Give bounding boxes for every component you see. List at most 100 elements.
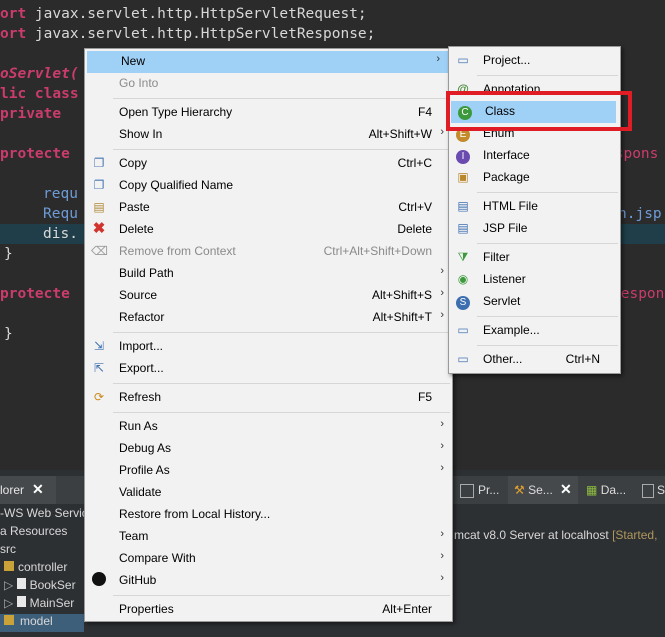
menu-item-servlet[interactable]: S Servlet — [449, 291, 620, 313]
menu-separator — [477, 242, 618, 244]
tab-snippets[interactable]: S — [642, 483, 665, 498]
menu-item-label: Filter — [483, 250, 510, 264]
paste-icon: ▤ — [93, 200, 105, 214]
menu-item-validate[interactable]: Validate — [85, 482, 452, 504]
menu-item-label: Paste — [119, 200, 150, 214]
copy-icon: ❐ — [93, 156, 105, 170]
menu-separator — [477, 191, 618, 193]
menu-item-profile-as[interactable]: Profile As › — [85, 460, 452, 482]
code-line: requ — [43, 186, 78, 202]
menu-item-interface[interactable]: I Interface — [449, 145, 620, 167]
menu-item-label: Debug As — [119, 441, 172, 455]
menu-item-label: HTML File — [483, 199, 538, 213]
menu-item-show-in[interactable]: Show In Alt+Shift+W › — [85, 124, 452, 146]
tree-item-controller[interactable]: controller — [4, 560, 67, 574]
menu-item-restore-from-local-history[interactable]: Restore from Local History... — [85, 504, 452, 526]
menu-item-label: Run As — [119, 419, 158, 433]
refresh-icon: ⟳ — [93, 390, 105, 404]
menu-item-jsp-file[interactable]: ▤ JSP File — [449, 218, 620, 240]
menu-item-filter[interactable]: ⧩ Filter — [449, 247, 620, 269]
menu-separator — [113, 411, 450, 413]
menu-separator — [477, 344, 618, 346]
menu-item-label: Profile As — [119, 463, 170, 477]
menu-separator — [113, 594, 450, 596]
submenu-arrow-icon: › — [440, 462, 444, 474]
menu-item-shortcut: Delete — [397, 222, 432, 236]
menu-item-open-type-hierarchy[interactable]: Open Type Hierarchy F4 — [85, 102, 452, 124]
menu-item-build-path[interactable]: Build Path › — [85, 263, 452, 285]
submenu-arrow-icon: › — [440, 287, 444, 299]
submenu-arrow-icon: › — [440, 440, 444, 452]
menu-item-label: Restore from Local History... — [119, 507, 271, 521]
tree-item[interactable]: -WS Web Servic — [0, 506, 88, 520]
menu-item-paste[interactable]: ▤ Paste Ctrl+V — [85, 197, 452, 219]
menu-item-label: Remove from Context — [119, 244, 236, 258]
menu-item-label: Compare With — [119, 551, 196, 565]
code-line: } — [4, 326, 13, 342]
menu-item-refactor[interactable]: Refactor Alt+Shift+T › — [85, 307, 452, 329]
menu-item-label: Project... — [483, 53, 531, 67]
tab-servers[interactable]: ⚒ Se... ✕ — [508, 476, 578, 504]
menu-item-shortcut: F5 — [417, 390, 432, 404]
menu-item-compare-with[interactable]: Compare With › — [85, 548, 452, 570]
menu-item-export[interactable]: ⇱ Export... — [85, 358, 452, 380]
menu-item-source[interactable]: Source Alt+Shift+S › — [85, 285, 452, 307]
menu-item-debug-as[interactable]: Debug As › — [85, 438, 452, 460]
close-icon[interactable]: ✕ — [560, 481, 572, 498]
menu-item-label: Copy Qualified Name — [119, 178, 234, 192]
server-entry[interactable]: mcat v8.0 Server at localhost [Started, — [454, 528, 657, 542]
menu-item-label: Source — [119, 288, 158, 302]
menu-item-remove-from-context: ⌫ Remove from Context Ctrl+Alt+Shift+Down — [85, 241, 452, 263]
close-icon[interactable]: ✕ — [32, 481, 44, 498]
project-icon: ▭ — [457, 53, 469, 67]
menu-item-label: Listener — [483, 272, 526, 286]
menu-item-shortcut: Alt+Shift+T — [372, 310, 432, 324]
code-line: ort javax.servlet.http.HttpServletRespon… — [0, 26, 376, 42]
tree-item-model[interactable]: model — [0, 614, 84, 632]
menu-item-label: GitHub — [119, 573, 157, 587]
tab-data-source[interactable]: ▦ Da... — [586, 483, 626, 497]
expand-icon[interactable]: ▷ — [4, 596, 13, 610]
right-view-tabs: Pr... ⚒ Se... ✕ ▦ Da... S — [452, 476, 665, 504]
menu-item-github[interactable]: GitHub › — [85, 570, 452, 592]
tree-item[interactable]: src — [0, 542, 16, 556]
menu-item-refresh[interactable]: ⟳ Refresh F5 — [85, 387, 452, 409]
menu-item-html-file[interactable]: ▤ HTML File — [449, 196, 620, 218]
tree-item-bookservlet[interactable]: ▷ BookSer — [4, 578, 76, 592]
tree-item-mainservlet[interactable]: ▷ MainSer — [4, 596, 74, 610]
menu-item-copy-qualified-name[interactable]: ❐ Copy Qualified Name — [85, 175, 452, 197]
remove-context-icon: ⌫ — [91, 244, 108, 258]
tab-problems[interactable]: Pr... — [460, 483, 499, 498]
tab-package-explorer[interactable]: lorer ✕ — [0, 476, 56, 504]
menu-item-example[interactable]: ▭ Example... — [449, 320, 620, 342]
menu-separator — [113, 97, 450, 99]
menu-item-project[interactable]: ▭ Project... — [449, 50, 620, 72]
menu-item-label: Go Into — [119, 76, 159, 90]
package-icon — [4, 561, 14, 571]
html-file-icon: ▤ — [457, 199, 469, 213]
menu-item-new[interactable]: New › — [87, 51, 448, 73]
code-line: Requ — [43, 206, 78, 222]
menu-item-copy[interactable]: ❐ Copy Ctrl+C — [85, 153, 452, 175]
delete-icon: ✖ — [92, 220, 106, 237]
code-fragment: n.jsp — [618, 206, 662, 222]
menu-item-other[interactable]: ▭ Other... Ctrl+N — [449, 349, 620, 371]
menu-item-import[interactable]: ⇲ Import... — [85, 336, 452, 358]
menu-item-delete[interactable]: ✖ Delete Delete — [85, 219, 452, 241]
menu-item-label: Import... — [119, 339, 164, 353]
package-icon: ▣ — [457, 170, 469, 184]
menu-item-label: Open Type Hierarchy — [119, 105, 233, 119]
submenu-arrow-icon: › — [440, 309, 444, 321]
tree-item[interactable]: a Resources — [0, 524, 67, 538]
menu-item-team[interactable]: Team › — [85, 526, 452, 548]
expand-icon[interactable]: ▷ — [4, 578, 13, 592]
menu-item-run-as[interactable]: Run As › — [85, 416, 452, 438]
tab-label: lorer — [0, 483, 25, 497]
menu-item-label: Servlet — [483, 294, 521, 308]
menu-item-package[interactable]: ▣ Package — [449, 167, 620, 189]
code-line: protecte — [0, 146, 70, 162]
menu-item-listener[interactable]: ◉ Listener — [449, 269, 620, 291]
menu-item-label: Show In — [119, 127, 163, 141]
menu-item-properties[interactable]: Properties Alt+Enter — [85, 599, 452, 621]
example-icon: ▭ — [457, 323, 469, 337]
